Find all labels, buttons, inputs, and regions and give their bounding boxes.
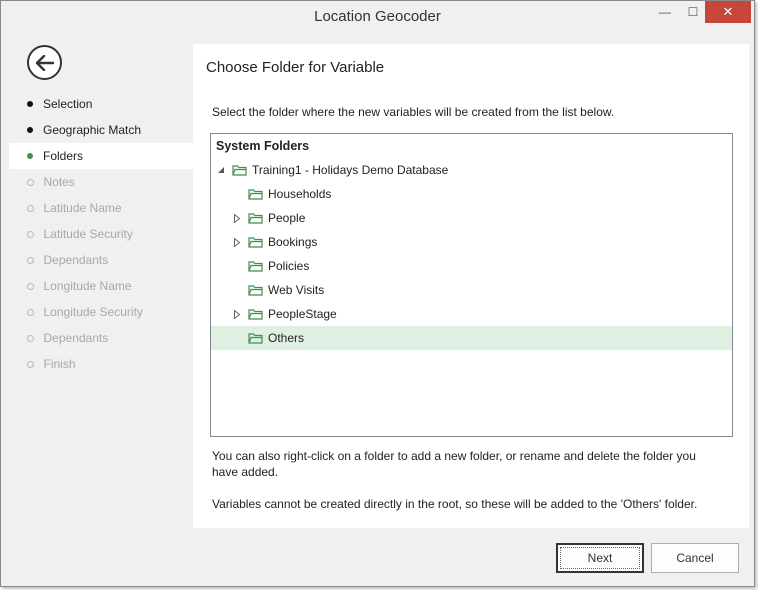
- expanded-arrow-icon[interactable]: [216, 165, 226, 175]
- tree-folder-label: Households: [268, 187, 332, 201]
- back-button[interactable]: [27, 45, 62, 80]
- folder-tree[interactable]: System Folders Training1 - Holidays Demo…: [210, 133, 733, 437]
- step-label: Selection: [43, 97, 93, 111]
- step-dependants: Dependants: [9, 247, 193, 273]
- folder-icon: [248, 237, 263, 248]
- step-label: Dependants: [43, 253, 109, 267]
- step-label: Geographic Match: [43, 123, 142, 137]
- folder-icon: [248, 285, 263, 296]
- tree-folder-row[interactable]: People: [211, 206, 732, 230]
- collapsed-arrow-icon[interactable]: [232, 237, 242, 247]
- step-longitude-name: Longitude Name: [9, 273, 193, 299]
- tree-header: System Folders: [216, 139, 310, 153]
- folder-icon: [248, 189, 263, 200]
- others-folder-note: Variables cannot be created directly in …: [212, 497, 698, 511]
- step-longitude-security: Longitude Security: [9, 299, 193, 325]
- instruction-text: Select the folder where the new variable…: [212, 105, 615, 119]
- step-bullet-icon: [27, 153, 33, 159]
- step-geographic-match: Geographic Match: [9, 117, 193, 143]
- step-bullet-icon: [26, 256, 34, 264]
- step-label: Longitude Security: [43, 305, 143, 319]
- step-label: Latitude Security: [43, 227, 133, 241]
- step-bullet-icon: [26, 334, 34, 342]
- page-title: Choose Folder for Variable: [206, 59, 385, 76]
- folder-icon: [248, 213, 263, 224]
- step-notes: Notes: [9, 169, 193, 195]
- tree-folder-label: Bookings: [268, 235, 318, 249]
- tree-folder-label: Web Visits: [268, 283, 325, 297]
- step-bullet-icon: [26, 308, 34, 316]
- focus-rect: [560, 547, 640, 569]
- tree-folder-label: Policies: [268, 259, 310, 273]
- step-bullet-icon: [26, 178, 34, 186]
- step-label: Latitude Name: [43, 201, 122, 215]
- cancel-button[interactable]: Cancel: [651, 543, 739, 573]
- collapsed-arrow-icon[interactable]: [232, 309, 242, 319]
- step-latitude-security: Latitude Security: [9, 221, 193, 247]
- step-bullet-icon: [27, 101, 33, 107]
- wizard-steps: Selection Geographic Match Folders Notes Lat…: [9, 91, 193, 377]
- step-label: Notes: [43, 175, 75, 189]
- tree-folder-label: PeopleStage: [268, 307, 337, 321]
- step-dependants: Dependants: [9, 325, 193, 351]
- tree-folder-label: People: [268, 211, 306, 225]
- step-latitude-name: Latitude Name: [9, 195, 193, 221]
- tree-folder-row[interactable]: Policies: [211, 254, 732, 278]
- tree-root-label: Training1 - Holidays Demo Database: [252, 163, 449, 177]
- arrow-left-icon: [35, 54, 54, 71]
- window-title: Location Geocoder: [314, 8, 441, 25]
- step-label: Longitude Name: [43, 279, 132, 293]
- tree-folder-row[interactable]: Households: [211, 182, 732, 206]
- close-button[interactable]: ✕: [705, 1, 751, 23]
- main-panel: Choose Folder for Variable Select the fo…: [193, 44, 749, 528]
- folder-icon: [232, 165, 247, 176]
- step-folders: Folders: [9, 143, 193, 169]
- step-bullet-icon: [27, 127, 33, 133]
- folder-icon: [248, 261, 263, 272]
- step-selection: Selection: [9, 91, 193, 117]
- step-bullet-icon: [26, 204, 34, 212]
- maximize-button[interactable]: ☐: [679, 1, 707, 23]
- tree-folder-row[interactable]: Others: [211, 326, 732, 350]
- step-label: Folders: [43, 149, 84, 163]
- tree-folder-row[interactable]: Bookings: [211, 230, 732, 254]
- tree-root-row[interactable]: Training1 - Holidays Demo Database: [211, 158, 732, 182]
- step-bullet-icon: [26, 230, 34, 238]
- step-finish: Finish: [9, 351, 193, 377]
- folder-icon: [248, 333, 263, 344]
- step-label: Dependants: [43, 331, 109, 345]
- wizard-sidebar: Selection Geographic Match Folders Notes Lat…: [9, 33, 193, 528]
- tree-folder-row[interactable]: Web Visits: [211, 278, 732, 302]
- tree-folder-label: Others: [268, 331, 305, 345]
- right-click-note: You can also right-click on a folder to …: [212, 449, 696, 479]
- step-bullet-icon: [26, 282, 34, 290]
- collapsed-arrow-icon[interactable]: [232, 213, 242, 223]
- next-button[interactable]: Next: [556, 543, 644, 573]
- minimize-button[interactable]: —: [651, 1, 679, 23]
- folder-icon: [248, 309, 263, 320]
- title-bar: Location Geocoder — ☐ ✕: [1, 1, 754, 32]
- step-label: Finish: [43, 357, 76, 371]
- location-geocoder-window: Location Geocoder — ☐ ✕ Selection Geograp…: [0, 0, 755, 587]
- step-bullet-icon: [26, 360, 34, 368]
- tree-folder-row[interactable]: PeopleStage: [211, 302, 732, 326]
